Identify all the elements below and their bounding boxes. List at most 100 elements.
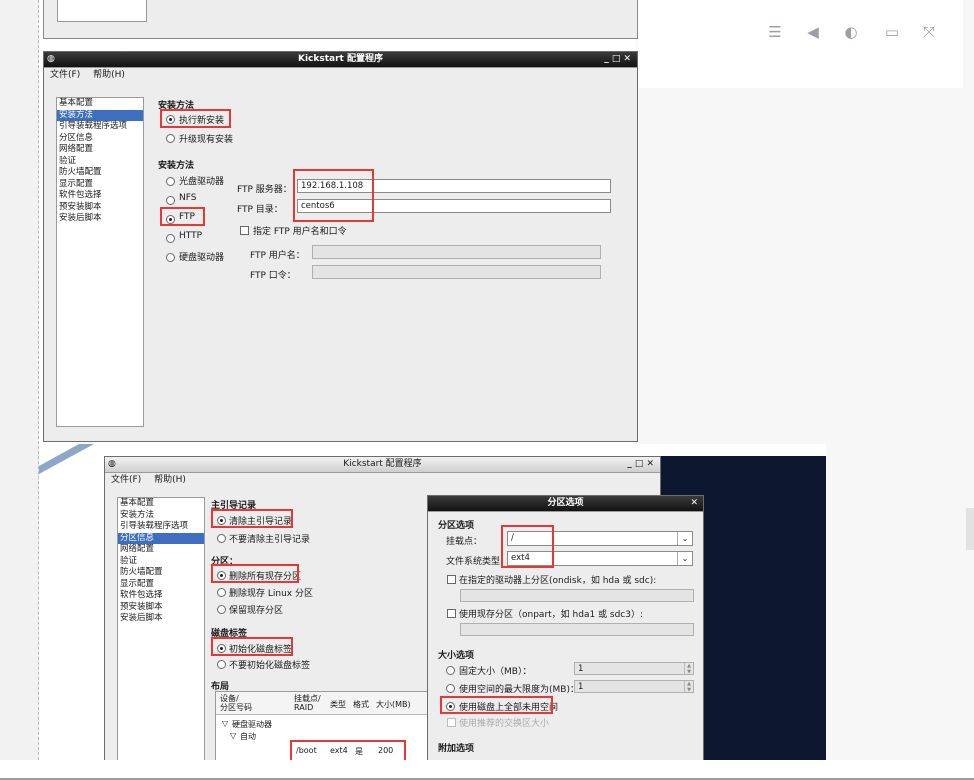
window-controls-icon[interactable]: _ □ ✕ xyxy=(604,52,631,67)
menu-help[interactable]: 帮助(H) xyxy=(93,70,125,80)
fs-type-combo[interactable]: ext4 ⌄ xyxy=(507,551,693,566)
radio-method[interactable] xyxy=(166,253,175,262)
label-mount-point: 挂载点： xyxy=(446,537,483,547)
spinner-arrows-icon[interactable]: ▲ ▼ xyxy=(684,681,693,693)
window-controls-icon[interactable]: _ □ ✕ xyxy=(627,457,654,472)
radio-method[interactable] xyxy=(166,196,175,205)
ftp-server-input[interactable]: 192.168.1.108 xyxy=(297,179,611,193)
checkbox-onpart[interactable] xyxy=(447,609,456,618)
window-1-menubar: 文件(F) 帮助(H) xyxy=(44,68,637,82)
label-ftp-server: FTP 服务器： xyxy=(237,185,292,195)
spinner-arrows-icon[interactable]: ▲ ▼ xyxy=(684,663,693,675)
radio-no-init-label[interactable] xyxy=(217,660,226,669)
mount-point-combo[interactable]: / ⌄ xyxy=(507,531,693,546)
checkbox-recommended-swap[interactable] xyxy=(447,718,456,727)
fullscreen-icon[interactable]: ⤧ xyxy=(919,22,939,42)
monitor-icon[interactable]: ▭ xyxy=(882,22,902,42)
radio-remove-all[interactable] xyxy=(217,571,226,580)
row-format: 是 xyxy=(355,747,363,756)
radio-new-install[interactable] xyxy=(166,115,175,124)
onpart-input[interactable] xyxy=(460,623,694,636)
checkbox-ondisk[interactable] xyxy=(447,575,456,584)
nav-item[interactable]: 软件包选择 xyxy=(118,590,204,602)
window-1-title: Kickstart 配置程序 xyxy=(298,54,383,64)
radio-method[interactable] xyxy=(166,234,175,243)
nav-item[interactable]: 引导装载程序选项 xyxy=(57,121,143,133)
label-method-ftp: FTP xyxy=(179,212,195,222)
label-remove-all: 删除所有现存分区 xyxy=(229,572,302,582)
window-2-nav: 基本配置 安装方法 引导装载程序选项 分区信息 网络配置 验证 防火墙配置 显示… xyxy=(117,497,205,760)
close-icon[interactable]: ✕ xyxy=(690,496,698,511)
nav-item[interactable]: 安装后脚本 xyxy=(118,613,204,625)
nav-item-selected[interactable]: 安装方法 xyxy=(57,109,143,121)
nav-item[interactable]: 网络配置 xyxy=(118,544,204,556)
partition-options-dialog: 分区选项 ✕ 分区选项 挂载点： / ⌄ 文件系统类型： ext4 ⌄ 在指定的驱动… xyxy=(427,495,704,761)
nav-item[interactable]: 验证 xyxy=(57,156,143,168)
radio-init-label[interactable] xyxy=(217,644,226,653)
nav-item[interactable]: 基本配置 xyxy=(57,98,143,110)
tree-auto: 自动 xyxy=(240,732,256,741)
label-ondisk: 在指定的驱动器上分区(ondisk，如 hda 或 sdc): xyxy=(459,576,657,586)
menu-file[interactable]: 文件(F) xyxy=(111,475,141,485)
list-icon[interactable]: ☰ xyxy=(765,22,785,42)
section-partition-options: 分区选项 xyxy=(438,521,475,531)
nav-item[interactable]: 显示配置 xyxy=(118,579,204,591)
kickstart-window-1: ◍ Kickstart 配置程序 _ □ ✕ 文件(F) 帮助(H) 基本配置 … xyxy=(43,51,638,442)
nav-item-selected[interactable]: 分区信息 xyxy=(118,532,204,544)
label-new-install: 执行新安装 xyxy=(179,116,225,126)
tree-expander-icon[interactable]: ▽ xyxy=(230,731,236,740)
side-scroll-tab[interactable] xyxy=(966,508,974,550)
nav-item[interactable]: 预安装脚本 xyxy=(118,602,204,614)
nav-item[interactable]: 预安装脚本 xyxy=(57,202,143,214)
radio-method[interactable] xyxy=(166,177,175,186)
menu-file[interactable]: 文件(F) xyxy=(50,70,80,80)
radio-remove-linux[interactable] xyxy=(217,588,226,597)
left-margin xyxy=(0,0,39,780)
radio-upgrade[interactable] xyxy=(166,134,175,143)
chevron-down-icon[interactable]: ⌄ xyxy=(677,552,692,565)
nav-item[interactable]: 防火墙配置 xyxy=(57,167,143,179)
nav-item[interactable]: 验证 xyxy=(118,556,204,568)
radio-max-size[interactable] xyxy=(446,684,455,693)
label-remove-linux: 删除现存 Linux 分区 xyxy=(229,589,313,599)
radio-keep-existing[interactable] xyxy=(217,605,226,614)
col-device: 设备/ 分区号码 xyxy=(220,694,252,712)
nav-item[interactable]: 软件包选择 xyxy=(57,190,143,202)
checkbox-ftp-user[interactable] xyxy=(240,226,249,235)
label-method: 硬盘驱动器 xyxy=(179,253,225,263)
tree-expander-icon[interactable]: ▽ xyxy=(222,719,228,728)
ftp-user-input[interactable] xyxy=(312,245,601,259)
menu-help[interactable]: 帮助(H) xyxy=(154,475,186,485)
fixed-size-spinner[interactable]: 1 ▲ ▼ xyxy=(574,662,694,675)
nav-item[interactable]: 安装方法 xyxy=(118,510,204,522)
nav-item[interactable]: 基本配置 xyxy=(118,498,204,510)
radio-fixed-size[interactable] xyxy=(446,666,455,675)
label-onpart: 使用现存分区（onpart，如 hda1 或 sdc3）: xyxy=(459,610,644,620)
ftp-dir-input[interactable]: centos6 xyxy=(297,199,611,213)
ftp-pass-input[interactable] xyxy=(312,265,601,279)
window-2-titlebar[interactable]: ◍ Kickstart 配置程序 _ □ ✕ xyxy=(105,457,660,473)
chevron-down-icon[interactable]: ⌄ xyxy=(677,532,692,545)
label-max-size: 使用空间的最大限度为(MB)： xyxy=(459,685,579,695)
radio-fill-disk[interactable] xyxy=(446,702,455,711)
nav-item[interactable]: 显示配置 xyxy=(57,179,143,191)
dialog-titlebar[interactable]: 分区选项 ✕ xyxy=(428,496,703,512)
max-size-spinner[interactable]: 1 ▲ ▼ xyxy=(574,680,694,693)
nav-item[interactable]: 分区信息 xyxy=(57,133,143,145)
window-1-titlebar[interactable]: ◍ Kickstart 配置程序 _ □ ✕ xyxy=(44,52,637,68)
nav-item[interactable]: 网络配置 xyxy=(57,144,143,156)
back-icon[interactable]: ◀ xyxy=(803,22,823,42)
label-recommended-swap: 使用推荐的交换区大小 xyxy=(459,719,550,729)
row-mount: /boot xyxy=(296,746,317,755)
contrast-icon[interactable]: ◐ xyxy=(841,22,861,42)
nav-item[interactable]: 安装后脚本 xyxy=(57,213,143,225)
radio-clear-mbr[interactable] xyxy=(217,516,226,525)
nav-item[interactable]: 引导装载程序选项 xyxy=(118,521,204,533)
label-upgrade: 升级现有安装 xyxy=(179,135,234,145)
app-icon: ◍ xyxy=(108,459,116,469)
app-icon: ◍ xyxy=(47,54,55,64)
radio-method-ftp[interactable] xyxy=(166,215,175,224)
ondisk-input[interactable] xyxy=(460,589,694,602)
nav-item[interactable]: 防火墙配置 xyxy=(118,567,204,579)
radio-keep-mbr[interactable] xyxy=(217,534,226,543)
